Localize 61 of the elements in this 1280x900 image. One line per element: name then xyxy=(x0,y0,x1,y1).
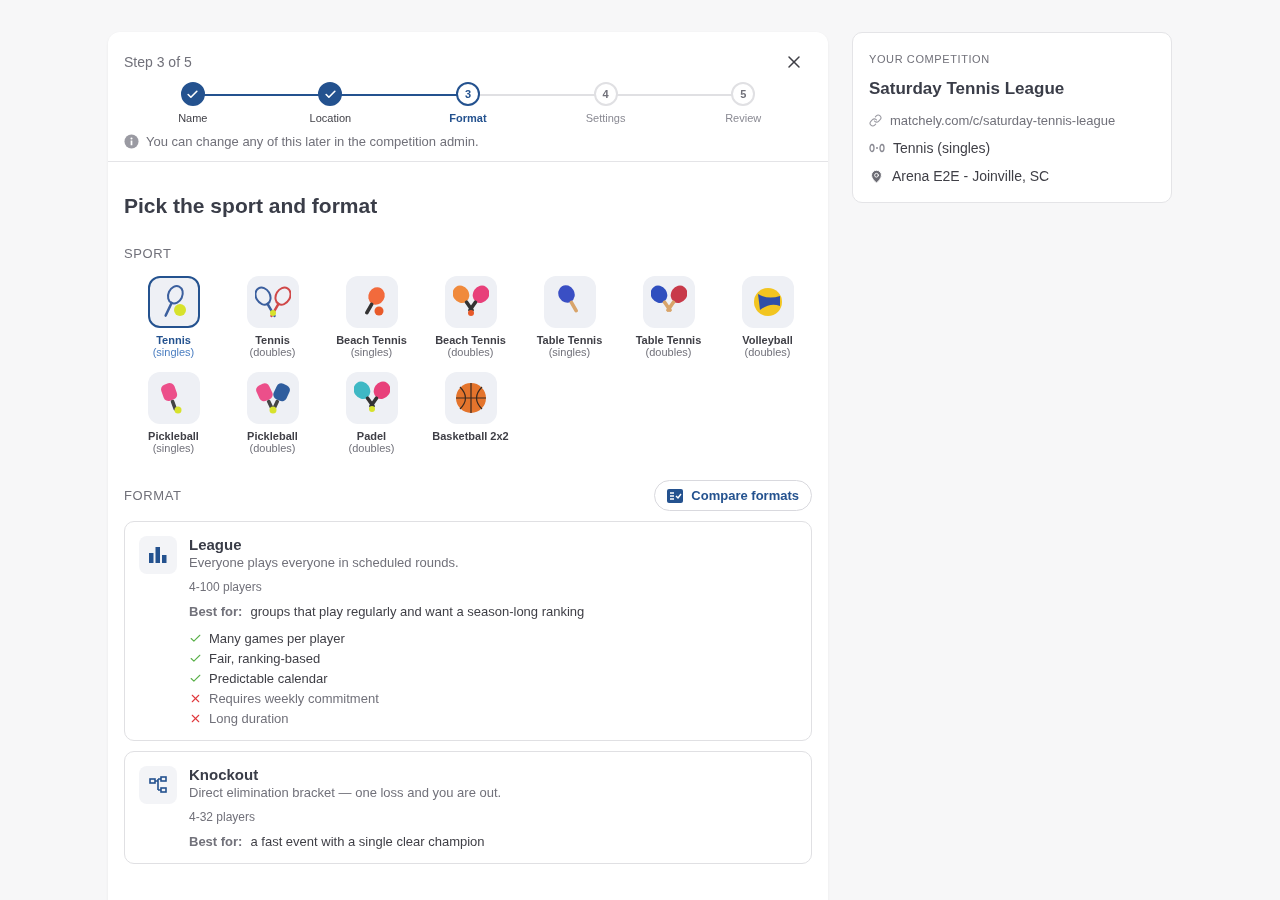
best-for-label: Best for: xyxy=(189,604,243,619)
format-title: Knockout xyxy=(189,766,260,783)
step-indicator: 4 xyxy=(593,82,618,106)
format-description: Direct elimination bracket — one loss and you are out. xyxy=(189,785,502,800)
compare-formats-button[interactable]: Compare formats xyxy=(654,480,812,511)
competition-location: Arena E2E - Joinville, SC xyxy=(892,168,1050,184)
sport-option[interactable]: Pickleball (doubles) xyxy=(223,372,322,454)
step-label: Settings xyxy=(585,112,626,124)
best-for-label: Best for: xyxy=(189,834,243,849)
step-indicator: 5 xyxy=(731,82,756,106)
bar-chart-icon xyxy=(149,547,167,563)
sport-option[interactable]: Table Tennis (doubles) xyxy=(619,276,718,358)
sport-option[interactable]: Volleyball (doubles) xyxy=(718,276,817,358)
player-range: 4-100 players xyxy=(189,580,263,594)
sport-option[interactable]: Beach Tennis (singles) xyxy=(322,276,421,358)
step-label: Name xyxy=(178,112,208,124)
format-point: Fair, ranking-based xyxy=(209,651,321,666)
check-icon xyxy=(189,632,202,645)
section-heading: Pick the sport and format xyxy=(124,194,379,218)
step-label: Location xyxy=(309,112,352,124)
best-for-text: a fast event with a single clear champion xyxy=(250,834,485,849)
cross-icon xyxy=(189,712,202,725)
format-point: Long duration xyxy=(209,711,289,726)
sport-option[interactable]: Beach Tennis (doubles) xyxy=(421,276,520,358)
step-label: Format xyxy=(449,112,487,124)
cross-icon xyxy=(189,692,202,705)
format-point: Predictable calendar xyxy=(209,671,328,686)
sport-option[interactable]: Pickleball (singles) xyxy=(124,372,223,454)
info-icon xyxy=(124,134,139,149)
check-icon xyxy=(189,672,202,685)
bracket-icon xyxy=(149,776,167,794)
sport-option[interactable]: Padel (doubles) xyxy=(322,372,421,454)
step-indicator: 3 xyxy=(456,82,480,106)
step-counter: Step 3 of 5 xyxy=(124,54,192,70)
player-range: 4-32 players xyxy=(189,810,257,824)
location-pin-icon xyxy=(869,168,884,184)
check-icon xyxy=(189,652,202,665)
checklist-icon xyxy=(667,488,684,503)
tennis-rackets-icon xyxy=(254,284,291,320)
sport-option[interactable]: Basketball 2x2 xyxy=(421,372,520,454)
format-title: League xyxy=(189,536,243,553)
competition-title: Saturday Tennis League xyxy=(869,79,1066,99)
step-label: Review xyxy=(725,112,762,124)
section-label: FORMAT xyxy=(124,488,182,503)
competition-url: matchely.com/c/saturday-tennis-league xyxy=(890,113,1116,128)
hint-text: You can change any of this later in the competition admin. xyxy=(146,134,479,149)
sport-option[interactable]: Table Tennis (singles) xyxy=(520,276,619,358)
format-card[interactable] xyxy=(124,521,812,741)
format-point: Many games per player xyxy=(209,631,345,646)
score-icon xyxy=(869,143,885,153)
summary-label: YOUR COMPETITION xyxy=(869,53,991,65)
sport-option[interactable]: Tennis (doubles) xyxy=(223,276,322,358)
pickleball-paddles-icon xyxy=(254,380,291,416)
sport-option[interactable]: Tennis (singles) xyxy=(124,276,223,358)
format-description: Everyone plays everyone in scheduled rounds. xyxy=(189,555,460,570)
section-label: SPORT xyxy=(124,246,172,261)
format-card[interactable]: Knockout Direct elimination bracket — one loss and you are out. 4-32 players Best for: a fast event with a single clear champion xyxy=(124,751,812,864)
best-for-text: groups that play regularly and want a season-long ranking xyxy=(250,604,585,619)
format-point: Requires weekly commitment xyxy=(209,691,379,706)
link-icon xyxy=(869,114,882,127)
competition-sport: Tennis (singles) xyxy=(893,140,991,156)
